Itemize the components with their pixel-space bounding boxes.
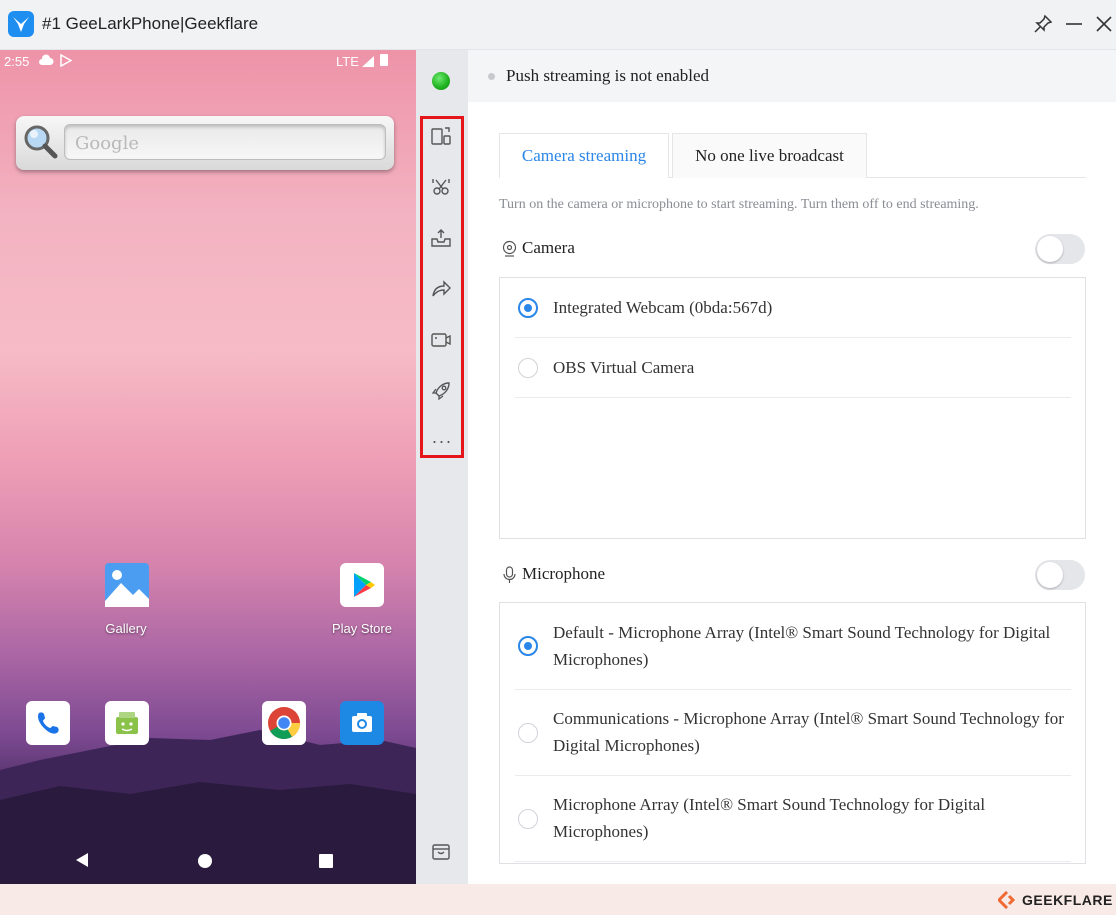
microphone-name-1: Communications - Microphone Array (Intel…: [553, 709, 1064, 755]
signal-icon: [362, 55, 374, 70]
rocket-icon[interactable]: [429, 379, 453, 403]
camera-device-list: Integrated Webcam (0bda:567d) OBS Virtua…: [499, 277, 1086, 539]
status-time: 2:55: [4, 54, 30, 69]
microphone-option-2[interactable]: Microphone Array (Intel® Smart Sound Tec…: [515, 776, 1071, 862]
microphone-radio-2[interactable]: [518, 809, 538, 829]
camera-toggle-knob: [1037, 236, 1063, 262]
camera-icon[interactable]: [340, 701, 384, 745]
microphone-device-list: Default - Microphone Array (Intel® Smart…: [499, 602, 1086, 864]
chrome-icon[interactable]: [262, 701, 306, 745]
microphone-radio-0[interactable]: [518, 636, 538, 656]
phone-status-bar: 2:55 LTE: [0, 50, 416, 72]
streaming-panel: Push streaming is not enabled Camera str…: [468, 50, 1116, 884]
battery-icon: [380, 54, 388, 66]
gallery-label: Gallery: [105, 621, 147, 636]
microphone-radio-1[interactable]: [518, 723, 538, 743]
microphone-option-0[interactable]: Default - Microphone Array (Intel® Smart…: [515, 603, 1071, 690]
title-bar: #1 GeeLarkPhone|Geekflare: [0, 0, 1116, 50]
camera-name-0: Integrated Webcam (0bda:567d): [553, 298, 773, 317]
upload-icon[interactable]: [429, 226, 453, 250]
magnifier-icon: [22, 123, 60, 166]
footer-watermark: GEEKFLARE: [0, 884, 1116, 915]
push-status-bar: Push streaming is not enabled: [468, 50, 1116, 102]
geelark-logo-icon: [8, 11, 34, 37]
window-title: #1 GeeLarkPhone|Geekflare: [42, 14, 259, 33]
geekflare-brand: GEEKFLARE: [1022, 892, 1113, 908]
camera-streaming-icon[interactable]: [429, 328, 453, 352]
tab-camera-streaming[interactable]: Camera streaming: [499, 133, 669, 178]
google-search-placeholder: Google: [75, 133, 139, 154]
play-notification-icon: [60, 53, 73, 70]
microphone-label: Microphone: [522, 564, 606, 583]
microphone-option-1[interactable]: Communications - Microphone Array (Intel…: [515, 690, 1071, 776]
rotate-screen-icon[interactable]: [429, 124, 453, 148]
microphone-toggle[interactable]: [1035, 560, 1085, 590]
microphone-name-2: Microphone Array (Intel® Smart Sound Tec…: [553, 795, 986, 841]
online-status-indicator: [432, 72, 450, 90]
camera-radio-0[interactable]: [518, 298, 538, 318]
microphone-icon: [501, 566, 518, 589]
phone-nav-bar: [0, 840, 416, 884]
messages-icon[interactable]: [105, 701, 149, 745]
network-label: LTE: [336, 54, 359, 69]
more-tools-button[interactable]: ···: [428, 431, 456, 452]
camera-radio-1[interactable]: [518, 358, 538, 378]
stream-tabs: Camera streaming No one live broadcast: [499, 133, 1086, 178]
minimize-icon[interactable]: [1062, 12, 1086, 36]
streaming-hint: Turn on the camera or microphone to star…: [499, 197, 979, 212]
camera-option-0[interactable]: Integrated Webcam (0bda:567d): [515, 278, 1071, 338]
cloud-icon: [38, 54, 54, 69]
phone-screen[interactable]: 2:55 LTE Google Gallery Play Store: [0, 50, 416, 884]
gallery-icon[interactable]: [105, 563, 149, 607]
camera-option-1[interactable]: OBS Virtual Camera: [515, 338, 1071, 398]
camera-label: Camera: [522, 238, 575, 257]
camera-section-header: Camera: [499, 234, 1086, 264]
geekflare-logo-icon: [996, 890, 1018, 914]
microphone-section-header: Microphone: [499, 560, 1086, 590]
recents-icon[interactable]: [318, 853, 334, 869]
google-search-input[interactable]: Google: [64, 124, 386, 160]
tab-no-one-live-broadcast[interactable]: No one live broadcast: [672, 133, 867, 178]
webcam-icon: [501, 240, 518, 262]
microphone-name-0: Default - Microphone Array (Intel® Smart…: [553, 623, 1051, 669]
close-icon[interactable]: [1092, 12, 1116, 36]
screenshot-icon[interactable]: [429, 175, 453, 199]
push-status-text: Push streaming is not enabled: [506, 66, 710, 85]
google-search-widget[interactable]: Google: [16, 116, 394, 170]
phone-icon[interactable]: [26, 701, 70, 745]
camera-toggle[interactable]: [1035, 234, 1085, 264]
home-icon[interactable]: [197, 853, 213, 869]
shop-icon[interactable]: [429, 840, 453, 864]
pin-icon[interactable]: [1031, 12, 1055, 36]
share-icon[interactable]: [429, 277, 453, 301]
play-store-icon[interactable]: [340, 563, 384, 607]
device-toolbar: ···: [416, 50, 468, 884]
camera-name-1: OBS Virtual Camera: [553, 358, 695, 377]
push-status-dot: [488, 73, 495, 80]
microphone-toggle-knob: [1037, 562, 1063, 588]
back-icon[interactable]: [74, 852, 90, 868]
play-store-label: Play Store: [332, 621, 392, 636]
